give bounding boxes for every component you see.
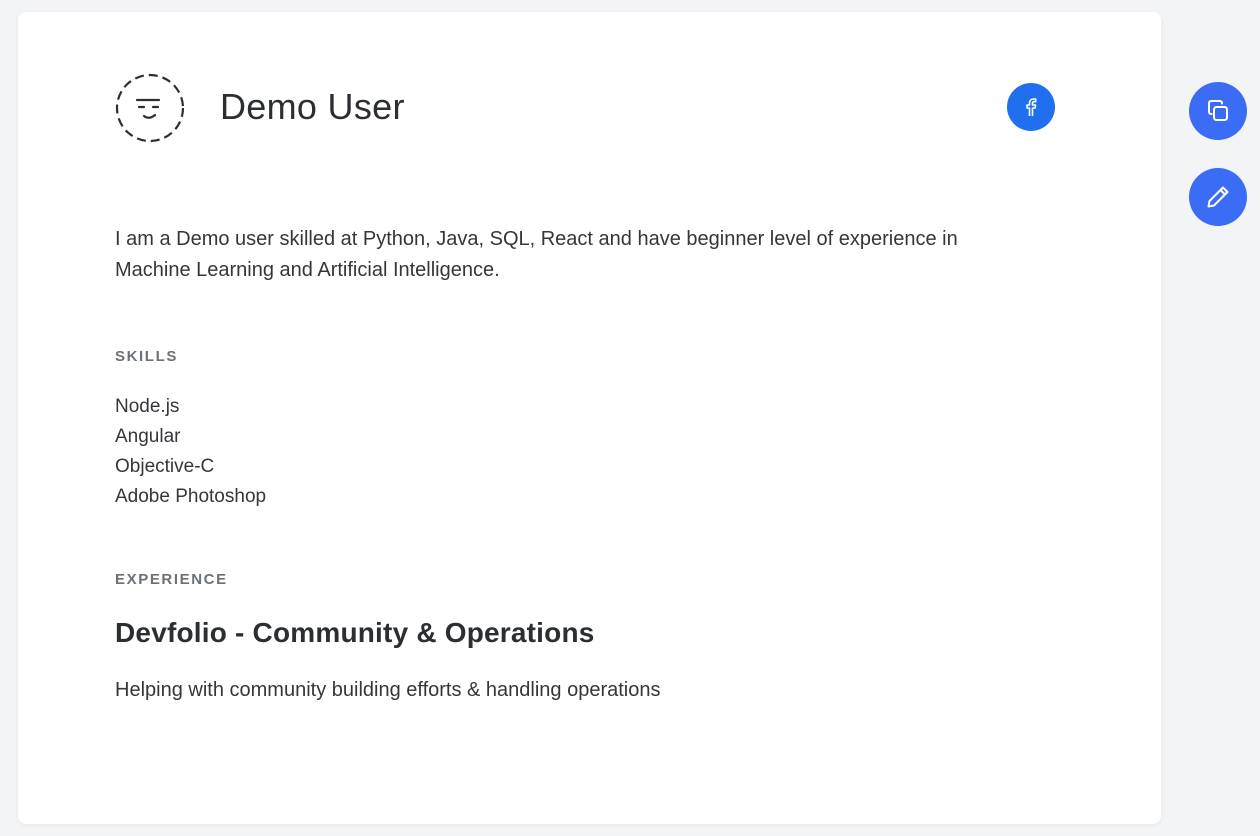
pencil-icon xyxy=(1207,186,1229,208)
profile-header: Demo User xyxy=(115,73,1055,143)
facebook-icon xyxy=(1026,98,1037,116)
experience-description: Helping with community building efforts … xyxy=(115,679,661,701)
skill-item: Adobe Photoshop xyxy=(115,486,267,507)
skill-item: Node.js xyxy=(115,396,180,417)
profile-bio: I am a Demo user skilled at Python, Java… xyxy=(115,228,958,281)
skill-item: Objective-C xyxy=(115,456,215,477)
skills-heading: SKILLS xyxy=(115,348,178,365)
skills-list: Node.js Angular Objective-C Adobe Photos… xyxy=(115,392,266,512)
facebook-button[interactable] xyxy=(1007,83,1055,131)
experience-role: Devfolio - Community & Operations xyxy=(115,617,595,648)
profile-name: Demo User xyxy=(220,86,405,127)
profile-card: Demo User I am a Demo user skilled at Py… xyxy=(18,12,1161,824)
edit-button[interactable] xyxy=(1189,168,1247,226)
experience-heading: EXPERIENCE xyxy=(115,571,228,588)
copy-icon xyxy=(1208,100,1228,121)
avatar xyxy=(115,73,185,143)
copy-button[interactable] xyxy=(1189,82,1247,140)
dashed-face-avatar-icon xyxy=(115,73,185,143)
skill-item: Angular xyxy=(115,426,181,447)
